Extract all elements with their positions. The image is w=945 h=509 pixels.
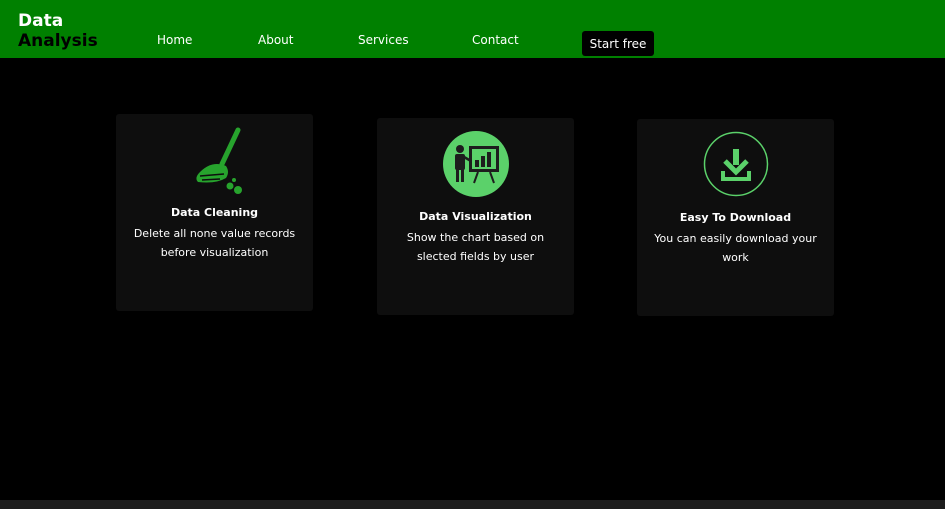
nav-home-link[interactable]: Home <box>157 33 192 47</box>
feature-card-data-cleaning: Data Cleaning Delete all none value reco… <box>116 114 313 311</box>
nav-services-link[interactable]: Services <box>358 33 409 47</box>
broom-icon <box>180 126 250 196</box>
card-description: Show the chart based on slected fields b… <box>406 231 545 263</box>
download-icon <box>703 131 769 197</box>
card-title: Data Cleaning <box>170 206 259 219</box>
card-title: Data Visualization <box>419 210 532 223</box>
nav-contact-link[interactable]: Contact <box>472 33 519 47</box>
card-description: Delete all none value records before vis… <box>133 227 296 259</box>
start-free-button[interactable]: Start free <box>582 31 654 56</box>
navbar: Data Analysis Home About Services Contac… <box>0 0 945 58</box>
site-logo[interactable]: Data Analysis <box>18 11 98 51</box>
logo-line-1: Data <box>18 11 64 31</box>
feature-card-data-visualization: Data Visualization Show the chart based … <box>377 118 574 315</box>
presentation-chart-icon <box>442 131 509 197</box>
feature-card-easy-download: Easy To Download You can easily download… <box>637 119 834 316</box>
card-description: You can easily download your work <box>654 232 817 264</box>
nav-about-link[interactable]: About <box>258 33 293 47</box>
footer-strip <box>0 500 945 509</box>
logo-line-2: Analysis <box>18 31 98 51</box>
card-title: Easy To Download <box>679 211 792 224</box>
